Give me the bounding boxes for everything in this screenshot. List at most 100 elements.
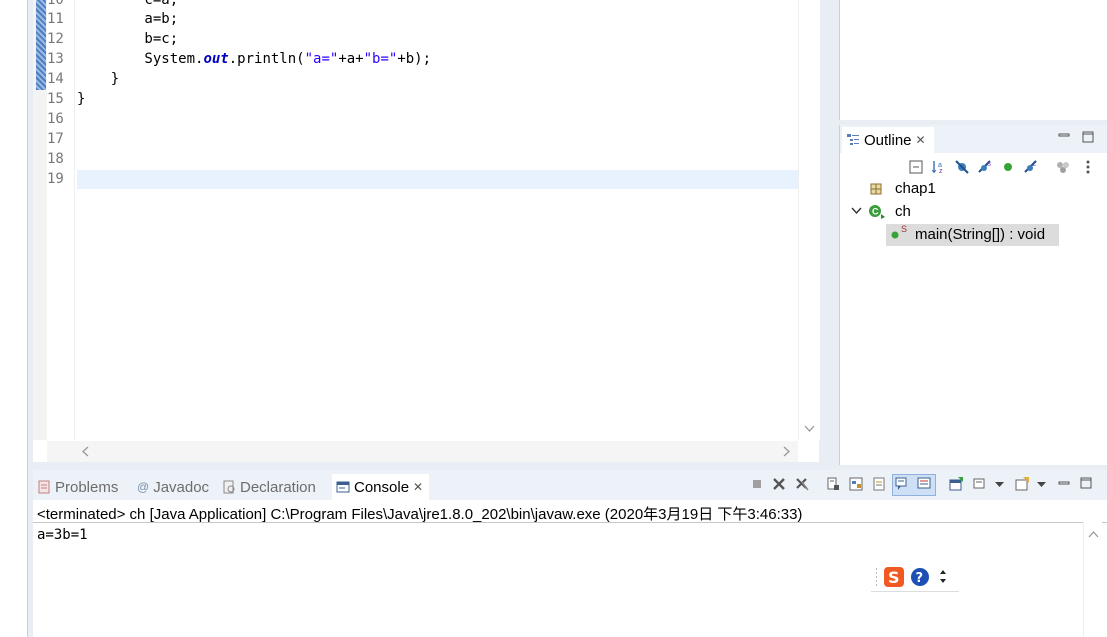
line-number: 13 <box>47 51 64 67</box>
minimize-icon[interactable] <box>1058 481 1070 485</box>
tab-problems-label: Problems <box>55 478 119 496</box>
chevron-down-icon[interactable] <box>851 207 862 215</box>
line-number: 16 <box>47 111 64 127</box>
svg-text:z: z <box>939 168 943 174</box>
line-number: 15 <box>47 91 64 107</box>
tab-problems[interactable]: Problems <box>37 474 118 500</box>
console-icon <box>336 481 350 493</box>
svg-text:C: C <box>872 207 879 217</box>
hide-local-types-icon[interactable]: L <box>1024 160 1038 174</box>
code-line[interactable]: } <box>77 91 85 107</box>
focus-on-active-task-icon[interactable] <box>1056 160 1070 174</box>
maximize-icon[interactable] <box>1082 131 1094 143</box>
outline-icon <box>847 134 859 145</box>
code-line[interactable]: } <box>77 71 119 87</box>
ime-more-icon[interactable] <box>939 569 947 585</box>
collapse-all-icon[interactable] <box>909 160 923 174</box>
code-line[interactable]: System.out.println("a="+a+"b="+b); <box>77 51 431 67</box>
close-icon[interactable]: ✕ <box>413 480 423 494</box>
help-icon[interactable]: ? <box>910 567 930 587</box>
show-console-on-output-icon[interactable] <box>872 477 886 491</box>
at-sign-icon: @ <box>137 480 150 494</box>
sort-alphabetically-icon[interactable]: az <box>931 160 945 174</box>
code-token: +b); <box>397 51 432 67</box>
display-selected-console-dropdown-icon[interactable] <box>973 477 987 491</box>
code-editor[interactable]: 10 c=a; 11 a=b; 12 b=c; 13 System.out.pr… <box>33 0 820 462</box>
remove-all-terminated-icon[interactable] <box>795 477 809 491</box>
class-icon: C <box>869 205 885 219</box>
tree-item-class[interactable]: ch <box>895 203 911 220</box>
scroll-lock-icon[interactable] <box>826 477 840 491</box>
open-console-icon[interactable] <box>949 477 963 491</box>
word-wrap-icon[interactable] <box>849 477 863 491</box>
tab-declaration[interactable]: Declaration <box>222 474 316 500</box>
package-icon <box>870 183 882 195</box>
code-line[interactable]: a=b; <box>77 11 178 27</box>
console-vertical-scrollbar[interactable] <box>1083 522 1102 637</box>
right-top-panel <box>839 0 1107 120</box>
remove-launch-icon[interactable] <box>772 477 786 491</box>
ime-grip[interactable] <box>876 568 877 586</box>
code-token: +a+ <box>338 51 364 67</box>
tree-item-method-label: main(String[]) : void <box>915 226 1046 243</box>
scroll-down-arrow-icon[interactable] <box>804 425 815 433</box>
scroll-right-arrow-icon[interactable] <box>783 446 791 457</box>
left-trim-strip <box>0 0 28 637</box>
pin-console-icon[interactable] <box>895 477 909 491</box>
terminate-icon[interactable] <box>750 477 764 491</box>
line-number: 14 <box>47 71 64 87</box>
view-menu-icon[interactable] <box>1081 160 1095 174</box>
scroll-left-arrow-icon[interactable] <box>81 446 89 457</box>
static-modifier-mark: S <box>901 224 908 234</box>
current-line-highlight <box>77 170 798 189</box>
code-token-string: "a=" <box>304 51 339 67</box>
outline-view: Outline ✕ az S L chap1 C ch S main(Strin… <box>839 125 1107 465</box>
hide-static-icon[interactable]: S <box>978 160 992 174</box>
tree-item-method-selected[interactable]: S main(String[]) : void <box>886 224 1059 246</box>
ime-toolbar: S ? <box>871 563 959 592</box>
dropdown-arrow-icon[interactable] <box>1037 482 1046 488</box>
code-token-field: out <box>203 51 229 67</box>
new-console-view-icon[interactable] <box>1015 477 1029 491</box>
code-token: System. <box>77 51 204 67</box>
tab-declaration-label: Declaration <box>240 478 316 496</box>
quick-diff-change-bar <box>36 0 46 90</box>
display-selected-console-icon[interactable] <box>917 477 931 491</box>
scroll-up-arrow-icon[interactable] <box>1088 530 1099 538</box>
tab-javadoc-label: Javadoc <box>153 478 210 496</box>
vertical-scrollbar[interactable] <box>798 0 820 440</box>
hide-non-public-icon[interactable] <box>1001 160 1015 174</box>
line-number: 19 <box>47 171 64 187</box>
bottom-tab-bar: Problems @ Javadoc Declaration Console ✕ <box>33 470 1107 500</box>
line-number: 10 <box>47 0 64 8</box>
line-number: 11 <box>47 11 64 27</box>
line-number: 18 <box>47 151 64 167</box>
svg-text:S: S <box>888 568 900 587</box>
close-icon[interactable]: ✕ <box>916 133 926 147</box>
console-status-bar: <terminated> ch [Java Application] C:\Pr… <box>33 500 1107 523</box>
tab-outline[interactable]: Outline ✕ <box>842 127 934 153</box>
console-output[interactable]: a=3b=1 <box>37 527 88 543</box>
console-status-text: <terminated> ch [Java Application] C:\Pr… <box>37 506 803 523</box>
svg-text:S: S <box>987 162 991 168</box>
console-view: Problems @ Javadoc Declaration Console ✕ <box>33 470 1107 637</box>
code-token-string: "b=" <box>363 51 398 67</box>
declaration-icon <box>223 480 235 494</box>
code-line[interactable]: c=a; <box>77 0 178 8</box>
code-token: .println( <box>228 51 305 67</box>
tab-console-label: Console <box>354 478 410 496</box>
svg-text:L: L <box>1033 162 1037 168</box>
tab-console[interactable]: Console ✕ <box>332 474 430 500</box>
public-method-icon <box>891 231 899 239</box>
code-line[interactable]: b=c; <box>77 31 178 47</box>
tab-outline-label: Outline <box>864 131 912 149</box>
hide-fields-icon[interactable] <box>955 160 969 174</box>
svg-text:?: ? <box>916 571 924 586</box>
tree-item-package[interactable]: chap1 <box>895 180 936 197</box>
tab-javadoc[interactable]: @ Javadoc <box>137 474 209 500</box>
dropdown-arrow-icon[interactable] <box>995 482 1004 488</box>
horizontal-scrollbar[interactable] <box>47 441 798 462</box>
sogou-s-icon[interactable]: S <box>883 566 905 588</box>
maximize-icon[interactable] <box>1080 477 1092 489</box>
minimize-icon[interactable] <box>1058 133 1070 137</box>
